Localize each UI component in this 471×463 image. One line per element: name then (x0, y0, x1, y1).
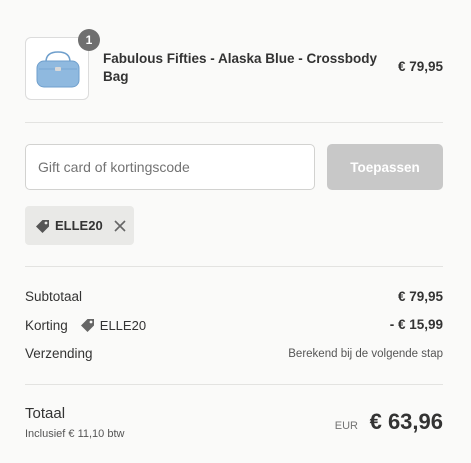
tax-note: Inclusief € 11,10 btw (25, 428, 125, 440)
total-amount: € 63,96 (369, 409, 443, 434)
shipping-value: Berekend bij de volgende stap (288, 348, 443, 360)
subtotal-value: € 79,95 (397, 289, 443, 304)
product-title: Fabulous Fifties - Alaska Blue - Crossbo… (103, 51, 378, 84)
product-price: € 79,95 (397, 59, 443, 74)
applied-code-label: ELLE20 (55, 218, 103, 233)
remove-discount-close-icon[interactable] (114, 219, 126, 232)
discount-value: - € 15,99 (389, 317, 443, 332)
subtotal-row: Subtotaal € 79,95 (25, 289, 443, 309)
discount-label: Korting (25, 317, 68, 333)
line-item: 1 Fabulous Fifties - Alaska Blue - Cross… (25, 29, 443, 101)
shipping-row: Verzending Berekend bij de volgende stap (25, 346, 443, 366)
currency-code: EUR (334, 420, 358, 432)
discount-code-label: ELLE20 (99, 317, 147, 333)
applied-discount-tag: ELLE20 (25, 206, 134, 245)
apply-discount-button[interactable]: Toepassen (327, 144, 443, 190)
total-label: Totaal (25, 405, 66, 422)
product-thumbnail: 1 (25, 29, 100, 100)
quantity-badge: 1 (78, 29, 100, 51)
shipping-label: Verzending (25, 346, 93, 361)
discount-code-input[interactable] (25, 144, 315, 190)
tag-icon (36, 219, 49, 233)
divider (25, 266, 443, 267)
bag-image-icon (36, 51, 80, 88)
tag-icon (80, 319, 94, 332)
divider (25, 122, 443, 123)
subtotal-label: Subtotaal (25, 289, 83, 304)
discount-row: Korting ELLE20 - € 15,99 (25, 317, 443, 337)
divider (25, 384, 443, 385)
